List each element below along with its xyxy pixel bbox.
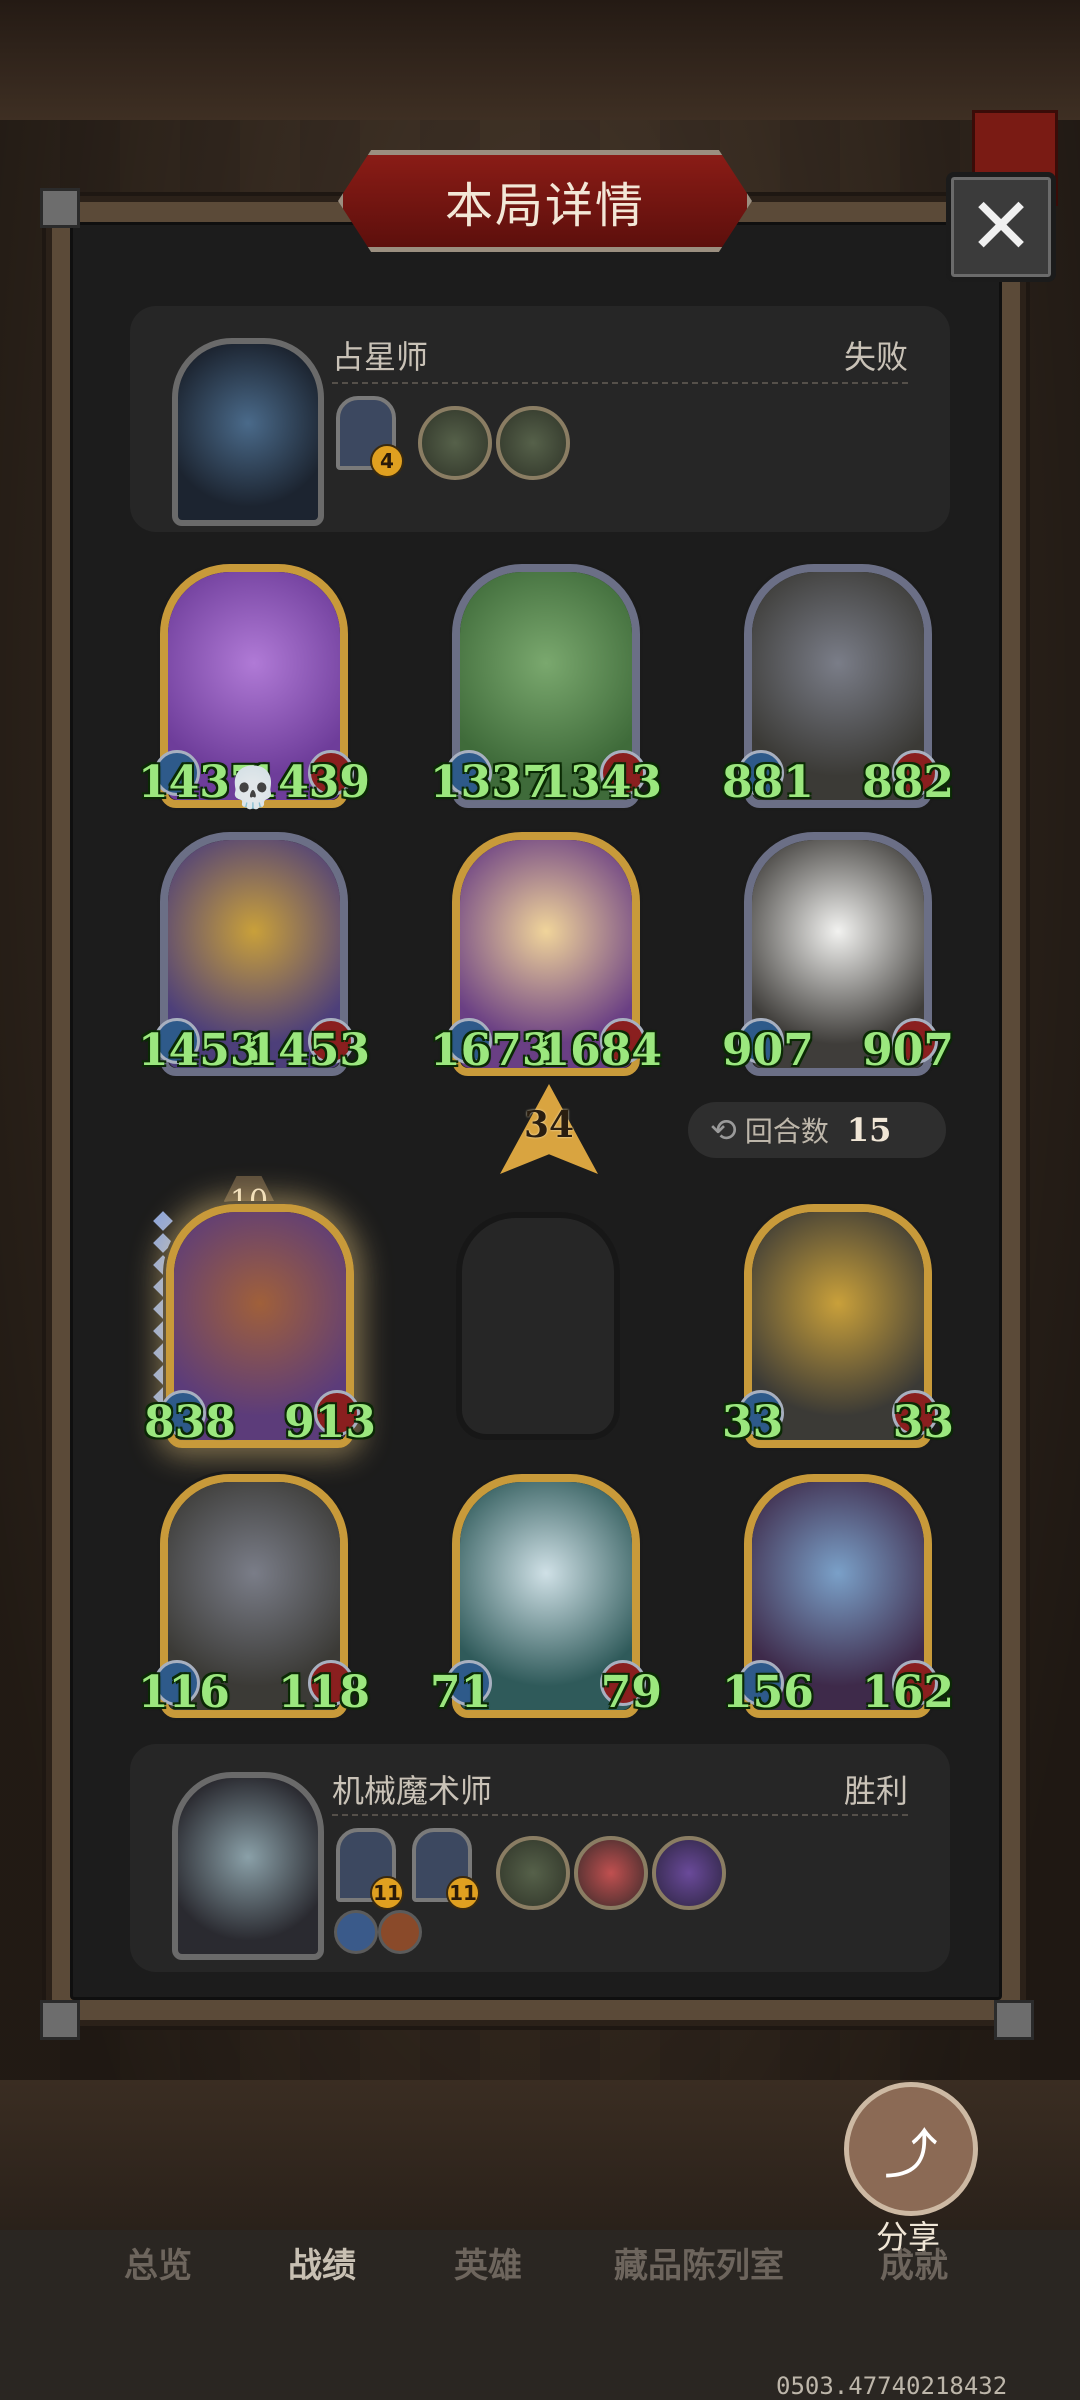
health-value: 1343	[539, 757, 662, 808]
bronze-skill-icon[interactable]	[378, 1910, 422, 1954]
skull-icon: 💀	[228, 765, 278, 811]
panel-corner	[994, 2000, 1034, 2040]
blue-skill-icon[interactable]	[334, 1910, 378, 1954]
close-icon: ✕	[968, 182, 1034, 272]
share-button[interactable]: ⤴	[844, 2082, 978, 2216]
attack-value: 71	[430, 1667, 492, 1718]
share-label: 分享	[876, 2218, 941, 2256]
item-level-badge: 4	[370, 444, 404, 478]
health-value: 1453	[247, 1025, 370, 1076]
health-value: 1684	[539, 1025, 662, 1076]
purple-totem-icon[interactable]	[652, 1836, 726, 1910]
empty-minion-slot	[456, 1212, 620, 1440]
health-value: 79	[600, 1667, 662, 1718]
attack-value: 116	[138, 1667, 230, 1718]
player-result: 胜利	[843, 1772, 908, 1810]
health-value: 882	[862, 757, 954, 808]
attack-value: 907	[722, 1025, 814, 1076]
opponent-minion-card[interactable]: 1453 1453	[138, 832, 370, 1076]
opponent-name: 占星师	[332, 338, 429, 376]
close-button[interactable]: ✕	[946, 172, 1056, 282]
attack-value: 838	[144, 1397, 236, 1448]
opponent-item[interactable]: 4	[336, 396, 404, 478]
opponent-result: 失败	[843, 338, 908, 376]
divider	[332, 1814, 908, 1816]
attack-value: 1453	[138, 1025, 261, 1076]
panel-corner	[40, 188, 80, 228]
repeat-icon: ⟲	[710, 1111, 737, 1149]
player-minion-card[interactable]: 156 162	[722, 1474, 954, 1718]
tab-records[interactable]: 战绩	[288, 2238, 356, 2287]
health-value: 162	[862, 1667, 954, 1718]
leaf-ring-icon[interactable]	[418, 406, 492, 480]
health-value: 118	[278, 1667, 370, 1718]
opponent-minion-card[interactable]: 1673 1684	[430, 832, 662, 1076]
health-value: 913	[284, 1397, 376, 1448]
attack-value: 881	[722, 757, 814, 808]
opponent-avatar[interactable]	[172, 338, 324, 526]
divider	[332, 382, 908, 384]
round-counter: ⟲ 回合数 15	[688, 1102, 946, 1158]
round-label: 回合数	[744, 1115, 829, 1148]
opponent-minion-card[interactable]: 907 907	[722, 832, 954, 1076]
attack-value: 1673	[430, 1025, 553, 1076]
flower-icon[interactable]	[496, 1836, 570, 1910]
attack-value: 1337	[430, 757, 553, 808]
tab-overview[interactable]: 总览	[124, 2238, 192, 2287]
player-info: 机械魔术师 胜利 11 11	[130, 1744, 950, 1972]
damage-value: 34	[523, 1104, 575, 1146]
share-icon: ⤴	[884, 2122, 938, 2186]
item-level-badge: 11	[370, 1876, 404, 1910]
player-item[interactable]: 11	[336, 1828, 404, 1910]
health-value: 33	[892, 1397, 954, 1448]
attack-value: 33	[722, 1397, 784, 1448]
tab-collection[interactable]: 藏品陈列室	[614, 2238, 784, 2287]
player-minion-card[interactable]: 71 79	[430, 1474, 662, 1718]
opponent-info: 占星师 失败 4	[130, 306, 950, 532]
page-title: 本局详情	[444, 178, 645, 234]
tab-heroes[interactable]: 英雄	[454, 2238, 522, 2287]
health-value: 907	[862, 1025, 954, 1076]
title-banner: 本局详情	[338, 150, 752, 252]
opponent-minion-card[interactable]: 881 882	[722, 564, 954, 808]
round-value: 15	[846, 1111, 892, 1149]
top-plank	[0, 0, 1080, 120]
player-name: 机械魔术师	[332, 1772, 493, 1810]
panel-corner	[40, 2000, 80, 2040]
player-avatar[interactable]	[172, 1772, 324, 1960]
pink-wand-icon[interactable]	[496, 406, 570, 480]
player-minion-card[interactable]: 33 33	[722, 1204, 954, 1448]
red-hat-icon[interactable]	[574, 1836, 648, 1910]
opponent-minion-card[interactable]: 1337 1343	[430, 564, 662, 808]
player-minion-card[interactable]: 116 118	[138, 1474, 370, 1718]
attack-value: 156	[722, 1667, 814, 1718]
player-item[interactable]: 11	[412, 1828, 480, 1910]
item-level-badge: 11	[446, 1876, 480, 1910]
player-minion-card-active[interactable]: 838 913	[144, 1204, 376, 1448]
user-id: 0503.47740218432	[776, 2372, 1008, 2400]
